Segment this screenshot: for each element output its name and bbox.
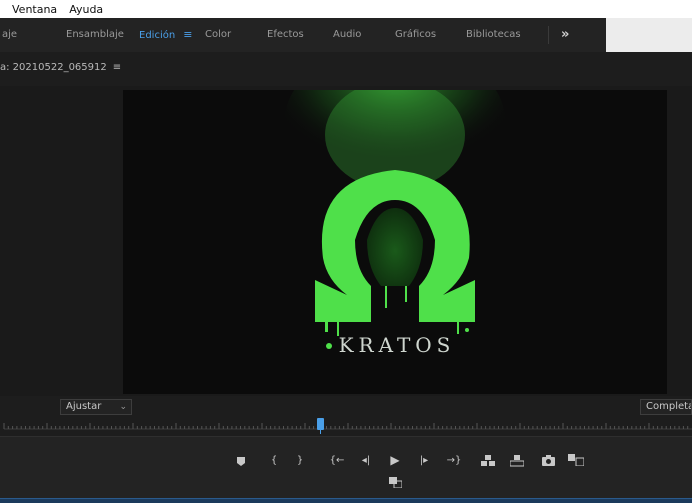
sequence-title-label: a: 20210522_065912 [0,62,107,73]
step-forward-icon[interactable]: |▸ [418,455,430,467]
workspace-tab-efectos[interactable]: Efectos [267,18,304,52]
add-marker-icon[interactable] [235,457,247,470]
video-preview[interactable]: KRATOS [123,90,667,394]
go-to-in-icon[interactable]: {← [329,455,345,467]
time-ruler[interactable] [0,418,692,436]
video-caption: KRATOS [339,333,456,357]
workspace-tab-color[interactable]: Color [205,18,231,52]
menu-ventana[interactable]: Ventana [12,3,57,16]
fit-dropdown[interactable]: Ajustar ⌄ [60,399,132,415]
workspace-tab-aprendizaje[interactable]: aje [2,18,17,52]
menu-bar: Ventana Ayuda [0,0,692,18]
workspace-tab-bibliotecas[interactable]: Bibliotecas [466,18,521,52]
playback-resolution-dropdown[interactable]: Completa [640,399,692,415]
program-monitor-header: a: 20210522_065912 ≡ [0,52,692,86]
workspace-menu-icon[interactable]: ≡ [183,28,192,41]
workspace-tab-graficos[interactable]: Gráficos [395,18,436,52]
chevron-down-icon: ⌄ [119,402,127,412]
workspace-overflow-icon[interactable]: » [561,18,569,52]
hamburger-icon[interactable]: ≡ [113,62,121,73]
ruler-ticks [3,423,692,430]
workspaces-bar: aje Ensamblaje Edición ≡ Color Efectos Au… [0,18,692,53]
transport-controls: { } {← ◂| ▶ |▸ →} [0,436,692,499]
workspace-tab-audio[interactable]: Audio [333,18,361,52]
workspace-tab-edicion-label: Edición [139,30,176,41]
go-to-out-icon[interactable]: →} [446,455,462,467]
play-icon[interactable]: ▶ [389,454,401,466]
monitor-controls-row: Ajustar ⌄ Completa [0,396,692,418]
overwrite-icon[interactable] [509,455,525,471]
playhead[interactable] [317,418,324,434]
bottom-status-bar [0,498,692,503]
menu-ayuda[interactable]: Ayuda [69,3,103,16]
compare-view-icon[interactable] [568,454,585,470]
fit-value: Ajustar [66,401,102,412]
mark-in-icon[interactable]: { [269,455,279,467]
workspace-divider [548,26,549,44]
sequence-title[interactable]: a: 20210522_065912 ≡ [0,62,121,73]
step-back-icon[interactable]: ◂| [360,455,372,467]
workspace-tab-ensamblaje[interactable]: Ensamblaje [66,18,124,52]
mark-out-icon[interactable]: } [295,455,305,467]
resolution-value: Completa [646,401,692,412]
kratos-omega-logo: KRATOS [123,90,667,394]
program-monitor: KRATOS [0,86,692,396]
workspace-tab-edicion[interactable]: Edición ≡ [139,18,192,52]
workspace-right-area [606,18,692,52]
export-frame-icon[interactable] [541,455,555,470]
button-editor-icon[interactable] [388,477,402,492]
insert-icon[interactable] [481,455,495,471]
